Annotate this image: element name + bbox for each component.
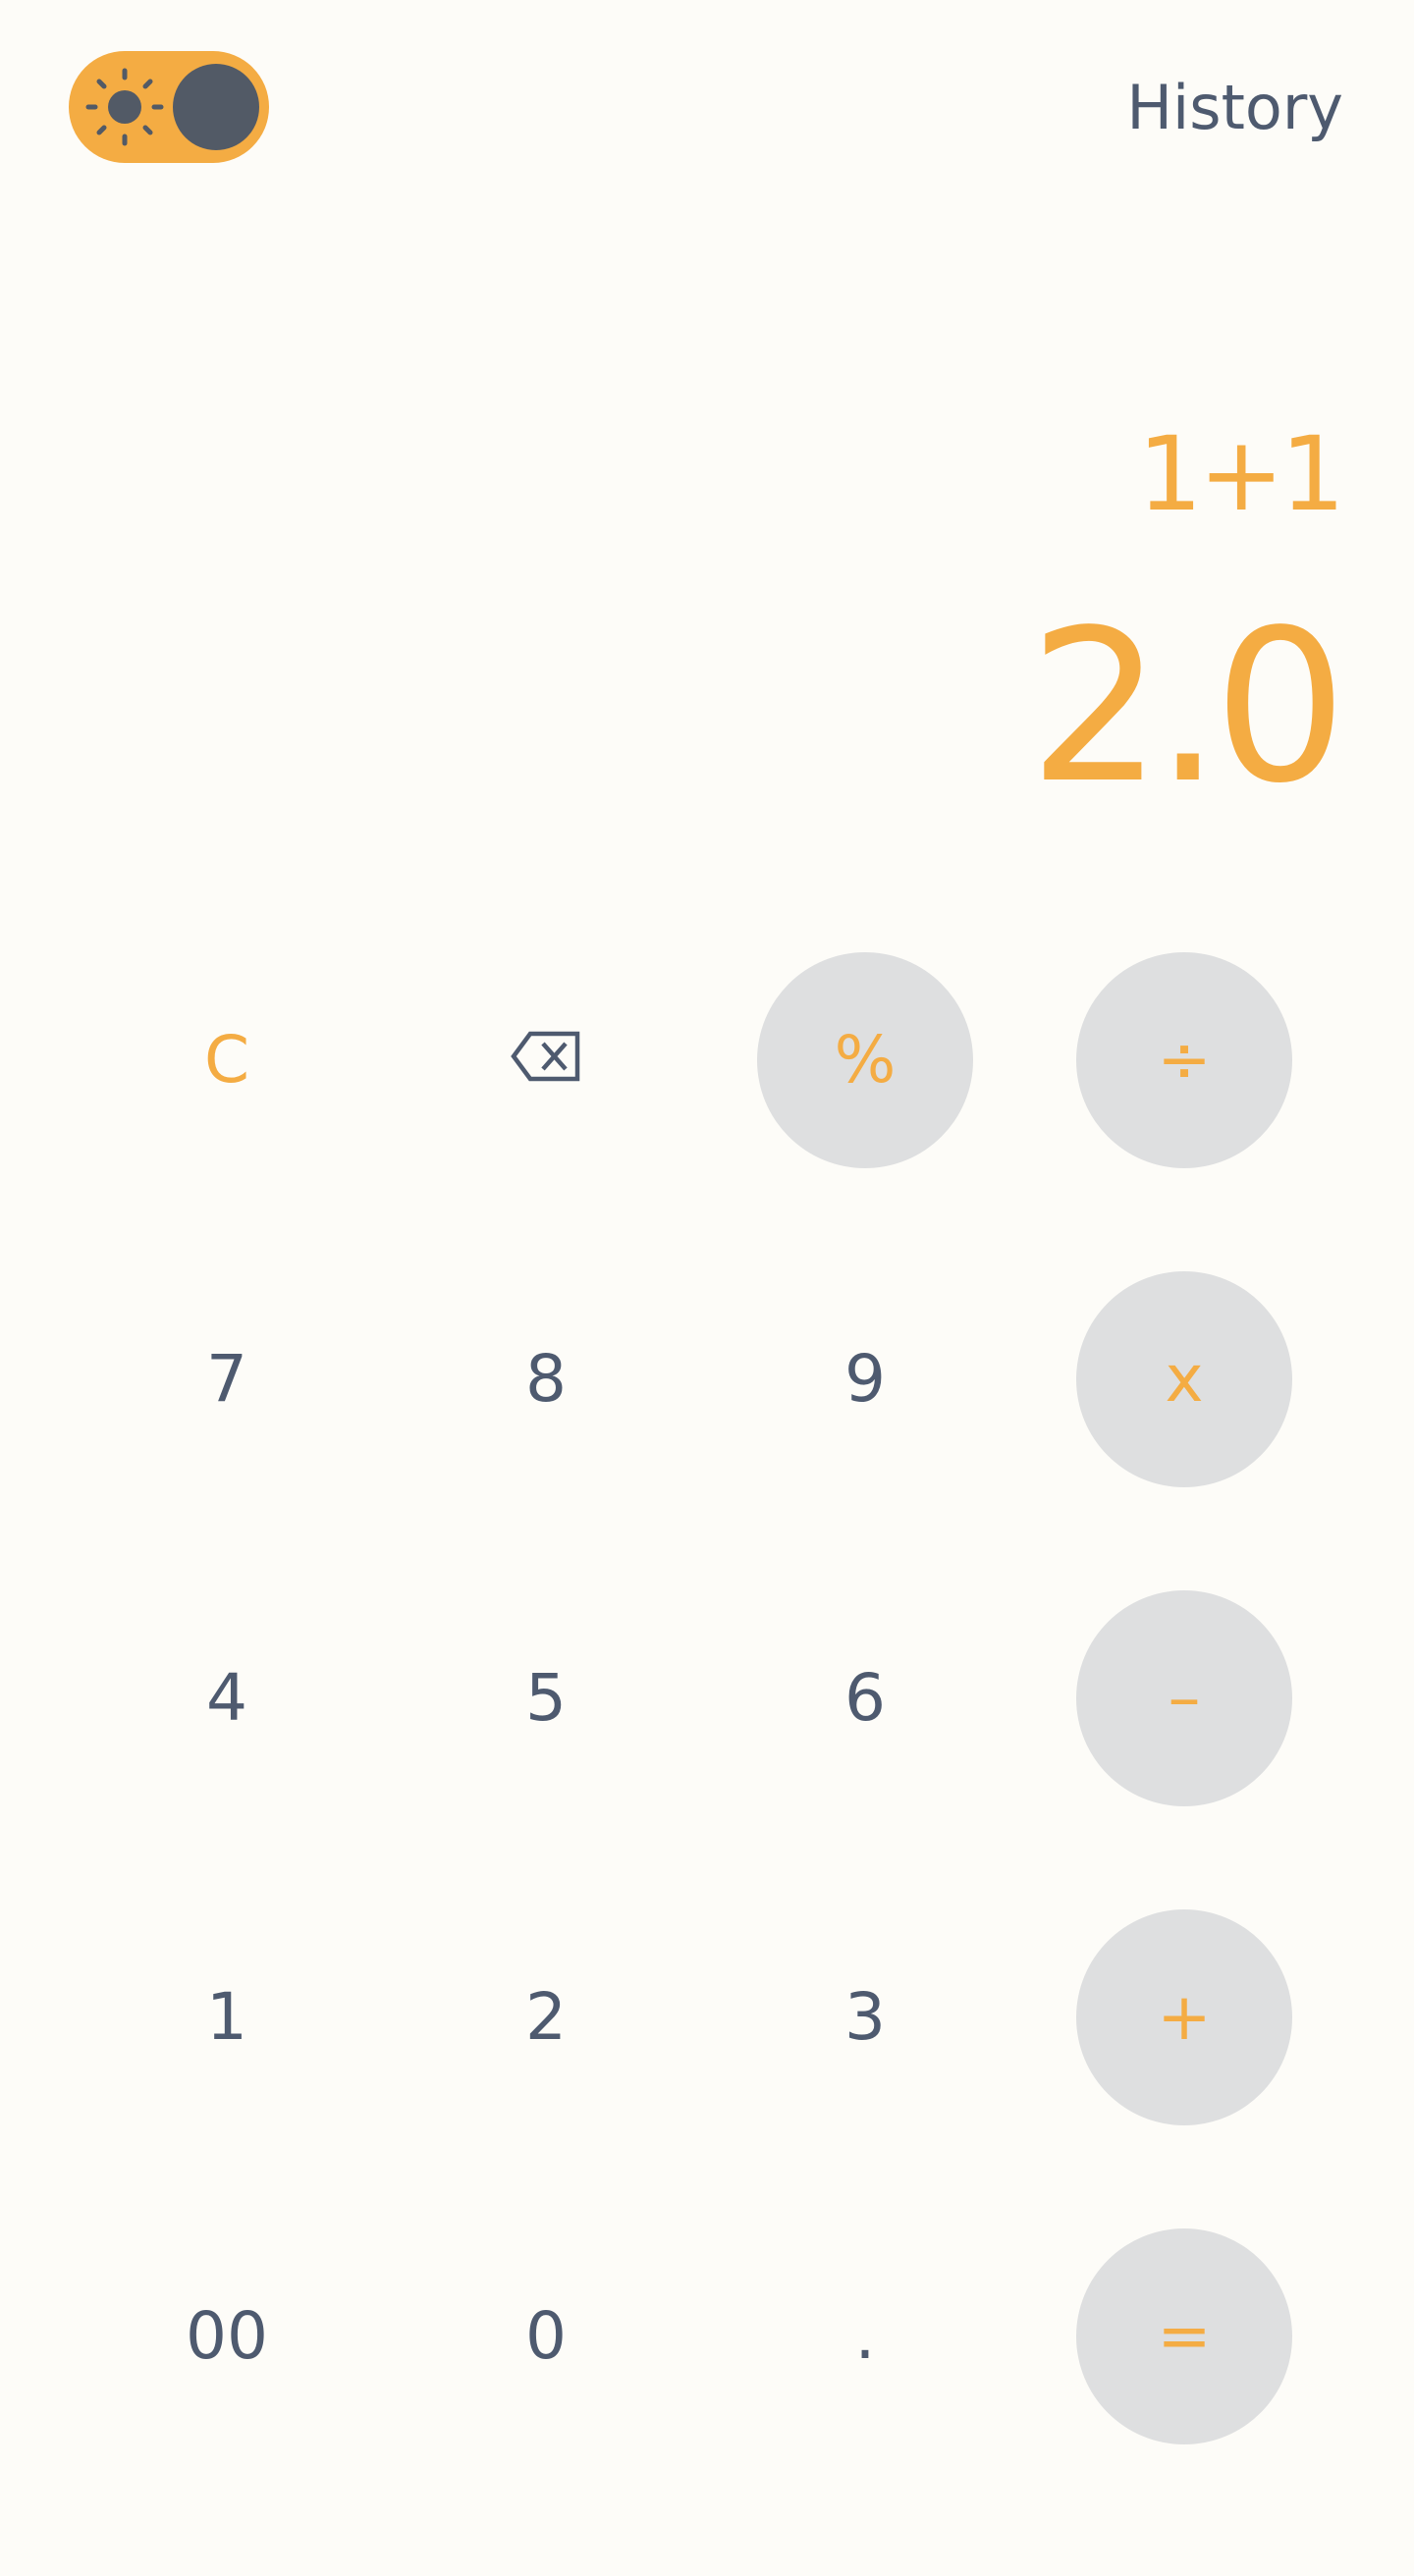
- equals-button[interactable]: =: [1076, 2228, 1292, 2444]
- multiply-button[interactable]: x: [1076, 1271, 1292, 1487]
- digit-9-button[interactable]: 9: [757, 1271, 973, 1487]
- divide-button[interactable]: ÷: [1076, 952, 1292, 1168]
- digit-8-button[interactable]: 8: [438, 1271, 654, 1487]
- backspace-button[interactable]: [438, 952, 654, 1168]
- digit-5-button[interactable]: 5: [438, 1590, 654, 1806]
- decimal-button[interactable]: .: [757, 2228, 973, 2444]
- keypad: C % ÷ 7 8 9 x 4 5 6 – 1 2 3 + 00 0 . =: [0, 0, 1414, 2576]
- double-zero-button[interactable]: 00: [119, 2228, 335, 2444]
- digit-3-button[interactable]: 3: [757, 1909, 973, 2125]
- subtract-button[interactable]: –: [1076, 1590, 1292, 1806]
- digit-1-button[interactable]: 1: [119, 1909, 335, 2125]
- digit-0-button[interactable]: 0: [438, 2228, 654, 2444]
- digit-6-button[interactable]: 6: [757, 1590, 973, 1806]
- clear-button[interactable]: C: [119, 952, 335, 1168]
- digit-7-button[interactable]: 7: [119, 1271, 335, 1487]
- percent-button[interactable]: %: [757, 952, 973, 1168]
- digit-2-button[interactable]: 2: [438, 1909, 654, 2125]
- add-button[interactable]: +: [1076, 1909, 1292, 2125]
- backspace-icon: [511, 1023, 581, 1099]
- digit-4-button[interactable]: 4: [119, 1590, 335, 1806]
